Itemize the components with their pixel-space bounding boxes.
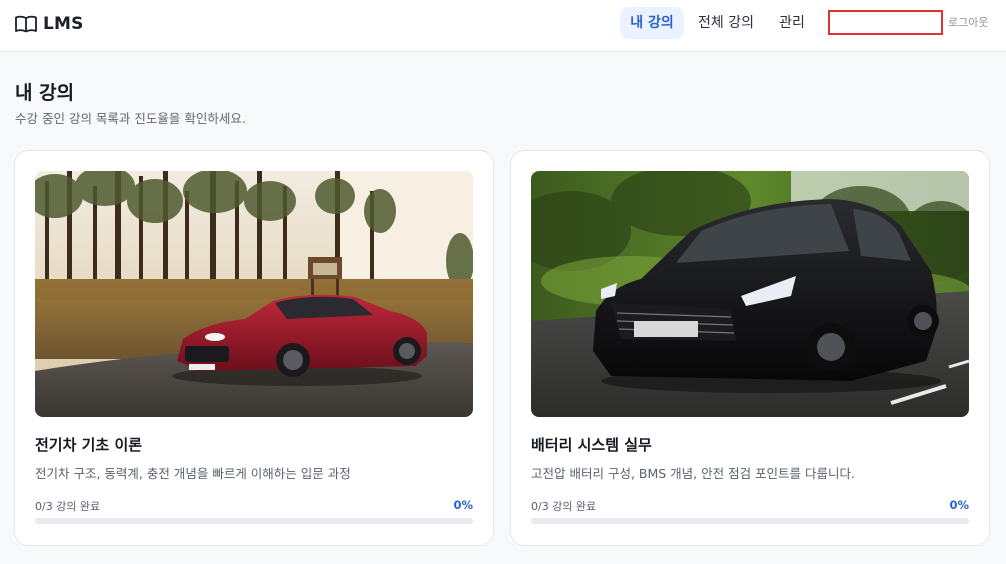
- course-title: 전기차 기초 이론: [35, 436, 143, 454]
- progress-bar: [531, 518, 969, 524]
- red-sports-car-image: [35, 171, 473, 417]
- course-thumbnail: [35, 171, 473, 417]
- course-card[interactable]: 배터리 시스템 실무 고전압 배터리 구성, BMS 개념, 안전 점검 포인트…: [510, 150, 990, 546]
- brand-name: LMS: [43, 14, 84, 34]
- nav-my-courses[interactable]: 내 강의: [620, 7, 684, 39]
- nav-admin[interactable]: 관리: [768, 7, 816, 39]
- progress-percent: 0%: [949, 498, 969, 512]
- progress-text: 0/3 강의 완료: [531, 500, 597, 513]
- course-card[interactable]: 전기차 기초 이론 전기차 구조, 동력계, 충전 개념을 빠르게 이해하는 입…: [14, 150, 494, 546]
- book-icon: [15, 15, 37, 33]
- user-info-box[interactable]: [828, 10, 943, 35]
- progress-bar: [35, 518, 473, 524]
- course-description: 전기차 구조, 동력계, 충전 개념을 빠르게 이해하는 입문 과정: [35, 466, 351, 481]
- page-subtitle: 수강 중인 강의 목록과 진도율을 확인하세요.: [15, 111, 246, 126]
- top-navbar: LMS 내 강의 전체 강의 관리 로그아웃: [0, 0, 1006, 52]
- progress-text: 0/3 강의 완료: [35, 500, 101, 513]
- page-title: 내 강의: [15, 82, 75, 104]
- brand-logo[interactable]: LMS: [15, 12, 84, 36]
- course-description: 고전압 배터리 구성, BMS 개념, 안전 점검 포인트를 다룹니다.: [531, 466, 856, 481]
- logout-button[interactable]: 로그아웃: [948, 14, 988, 30]
- nav-all-courses[interactable]: 전체 강의: [692, 7, 760, 39]
- black-sedan-image: [531, 171, 969, 417]
- course-thumbnail: [531, 171, 969, 417]
- progress-percent: 0%: [453, 498, 473, 512]
- course-title: 배터리 시스템 실무: [531, 436, 652, 454]
